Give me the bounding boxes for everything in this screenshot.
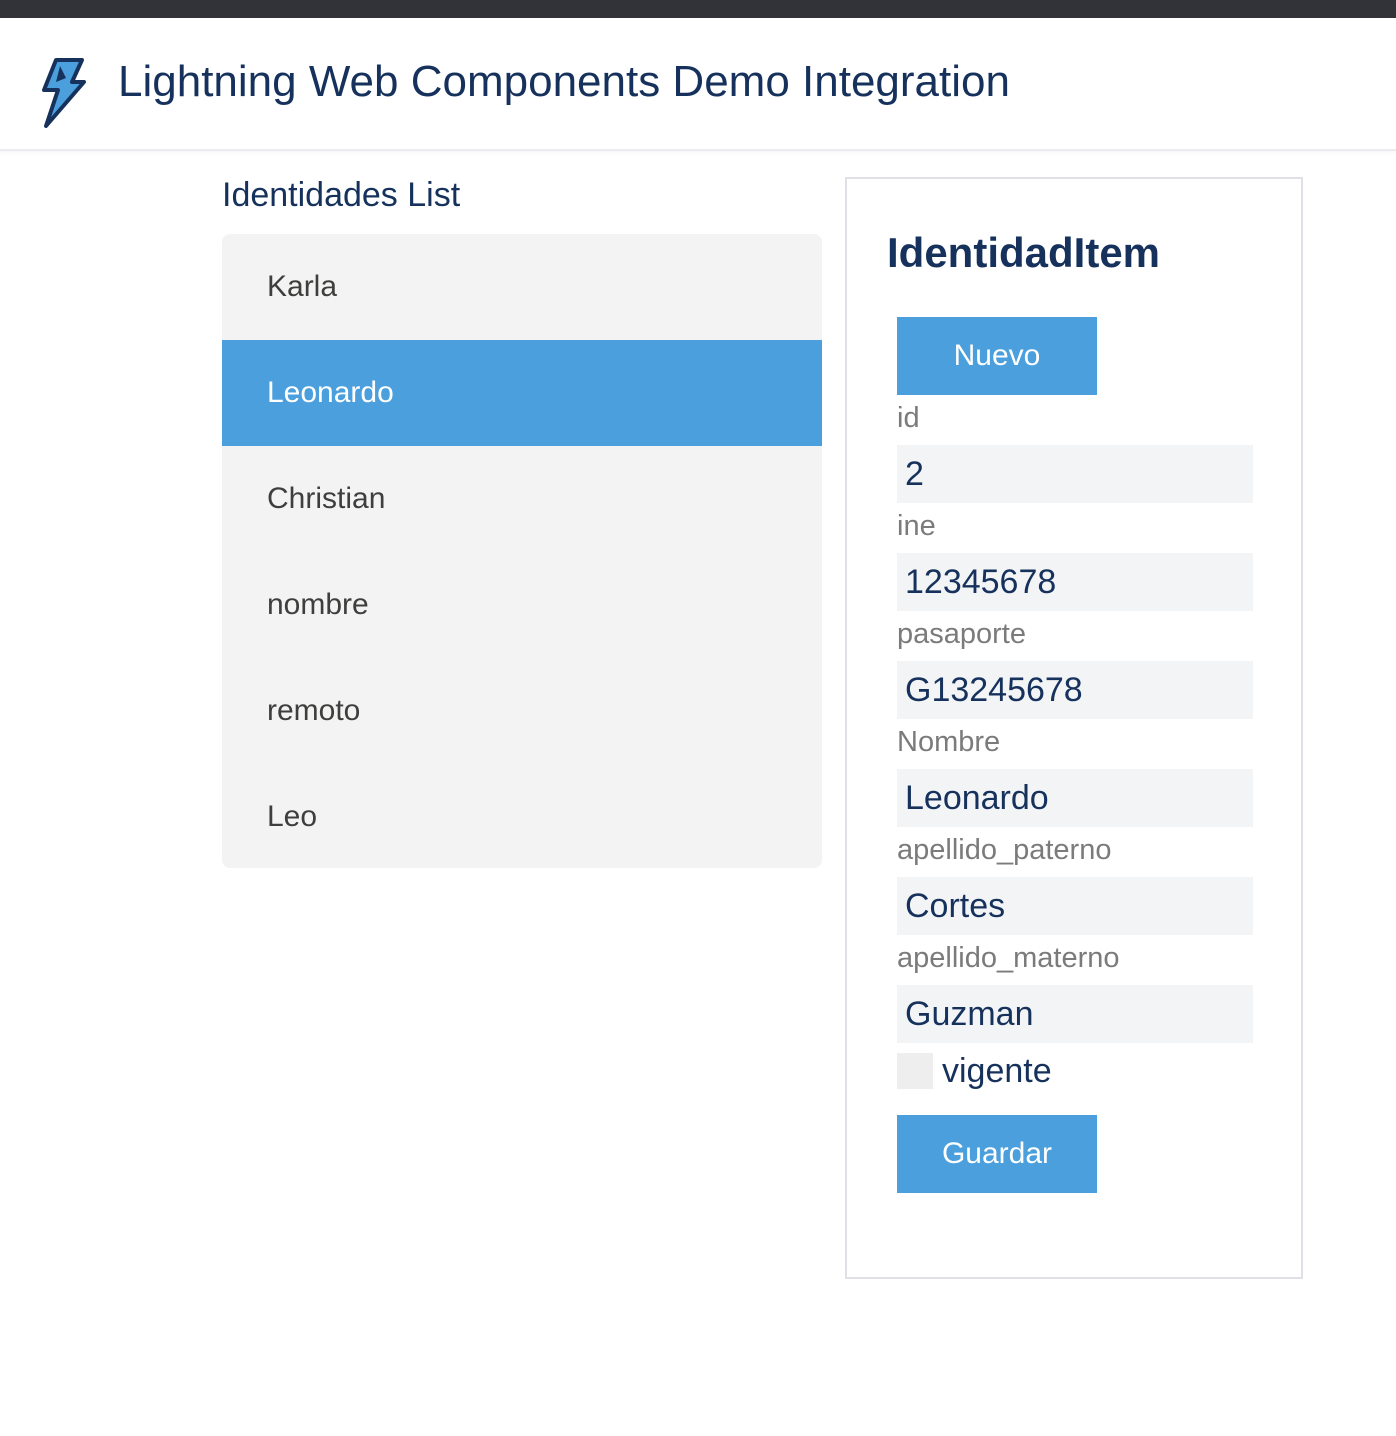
nombre-field[interactable] xyxy=(897,769,1253,827)
list-item[interactable]: Christian xyxy=(222,446,822,552)
identidades-list: Karla Leonardo Christian nombre remoto L… xyxy=(222,234,822,868)
list-item[interactable]: remoto xyxy=(222,658,822,764)
list-item[interactable]: Karla xyxy=(222,234,822,340)
pasaporte-label: pasaporte xyxy=(897,618,1026,650)
list-item[interactable]: nombre xyxy=(222,552,822,658)
card-title: IdentidadItem xyxy=(887,229,1161,276)
browser-top-strip xyxy=(0,0,1396,18)
id-field[interactable] xyxy=(897,445,1253,503)
lightning-bolt-icon xyxy=(42,58,86,128)
ine-label: ine xyxy=(897,510,936,542)
id-label: id xyxy=(897,402,920,434)
list-item[interactable]: Leo xyxy=(222,764,822,868)
app-title: Lightning Web Components Demo Integratio… xyxy=(118,57,1010,106)
apellido-paterno-label: apellido_paterno xyxy=(897,834,1112,866)
identidades-list-title: Identidades List xyxy=(222,176,461,214)
app-header: Lightning Web Components Demo Integratio… xyxy=(0,18,1396,151)
vigente-label: vigente xyxy=(942,1052,1052,1090)
nombre-label: Nombre xyxy=(897,726,1001,758)
ine-field[interactable] xyxy=(897,553,1253,611)
guardar-button[interactable]: Guardar xyxy=(897,1115,1097,1193)
list-item-selected[interactable]: Leonardo xyxy=(222,340,822,446)
identidad-item-card: IdentidadItem Nuevo id ine pasaporte Nom… xyxy=(845,177,1303,1279)
apellido-materno-label: apellido_materno xyxy=(897,942,1120,974)
apellido-paterno-field[interactable] xyxy=(897,877,1253,935)
nuevo-button[interactable]: Nuevo xyxy=(897,317,1097,395)
apellido-materno-field[interactable] xyxy=(897,985,1253,1043)
vigente-checkbox[interactable] xyxy=(897,1053,933,1089)
pasaporte-field[interactable] xyxy=(897,661,1253,719)
